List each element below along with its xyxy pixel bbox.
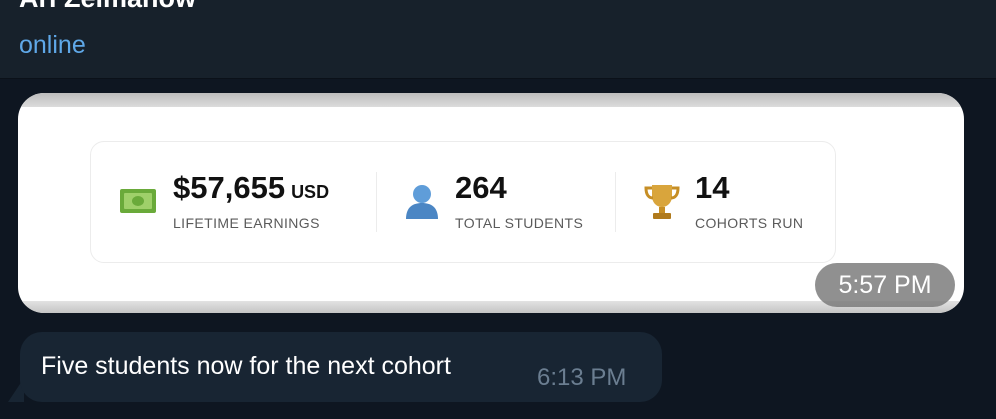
- chat-header[interactable]: Ari Zelmanow online: [0, 0, 996, 79]
- stat-label: TOTAL STUDENTS: [455, 215, 584, 231]
- stat-value: 264: [455, 170, 507, 205]
- stat-total-students: 264 TOTAL STUDENTS: [377, 142, 615, 262]
- stat-value: $57,655 USD: [173, 170, 330, 205]
- user-icon: [403, 182, 441, 225]
- image-edge-bottom: [18, 301, 964, 313]
- image-message-time: 5:57 PM: [815, 263, 955, 307]
- stat-lifetime-earnings: $57,655 USD LIFETIME EARNINGS: [91, 142, 376, 262]
- image-edge-top: [18, 93, 964, 107]
- stat-cohorts-run: 14 COHORTS RUN: [616, 142, 835, 262]
- online-status: online: [19, 31, 86, 59]
- text-message[interactable]: Five students now for the next cohort 6:…: [20, 332, 662, 402]
- currency-unit: USD: [291, 182, 330, 202]
- stat-value: 14: [695, 170, 730, 205]
- trophy-icon: [642, 182, 682, 227]
- stat-label: COHORTS RUN: [695, 215, 804, 231]
- stats-card: $57,655 USD LIFETIME EARNINGS 264 TOTAL S…: [90, 141, 836, 263]
- money-icon: [119, 186, 157, 221]
- message-time: 6:13 PM: [537, 364, 627, 391]
- message-text: Five students now for the next cohort: [41, 352, 451, 380]
- contact-name[interactable]: Ari Zelmanow: [19, 0, 196, 14]
- stat-label: LIFETIME EARNINGS: [173, 215, 320, 231]
